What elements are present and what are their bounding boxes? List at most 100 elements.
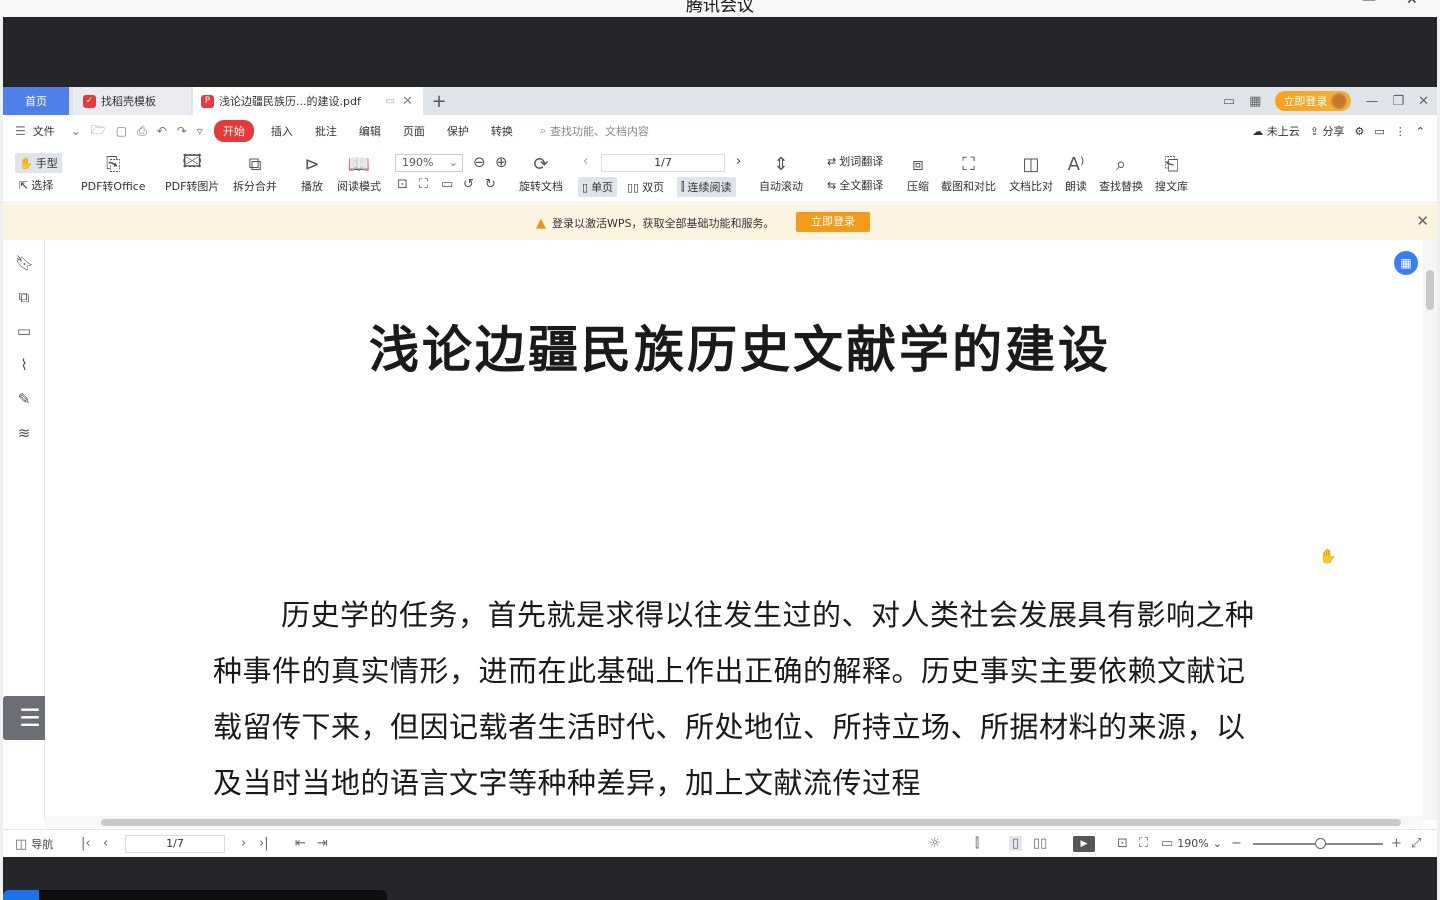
auto-scroll-button[interactable]: ⇕ 自动滚动 <box>759 151 803 194</box>
save-icon[interactable]: ▢ <box>111 124 132 138</box>
next-page-icon[interactable]: › <box>241 836 246 851</box>
bookmark-icon[interactable]: 🔖︎ <box>15 254 34 272</box>
first-page-icon[interactable]: |‹ <box>81 836 91 851</box>
back-icon[interactable]: ⇤ <box>295 836 306 851</box>
zoom-in-icon[interactable]: ⊕ <box>495 153 508 171</box>
close-icon[interactable]: ✕ <box>1418 94 1429 109</box>
read-aloud-button[interactable]: A⁾ 朗读 <box>1065 151 1087 194</box>
status-page-input[interactable]: 1/7 <box>125 835 225 853</box>
tab-pin-icon[interactable]: ▭ <box>386 96 395 107</box>
pdf-to-office-button[interactable]: ⎘ PDF转Office <box>81 151 146 194</box>
continuous-read-button[interactable]: ⫿ 连续阅读 <box>677 177 736 197</box>
chevron-down-icon[interactable]: ⌄ <box>66 124 86 138</box>
split-merge-button[interactable]: ⧉ 拆分合并 <box>233 151 277 194</box>
close-icon[interactable]: ✕ <box>1406 0 1418 8</box>
minimize-icon[interactable]: — <box>1362 0 1376 8</box>
redo-icon[interactable]: ↷ <box>172 124 192 138</box>
share-button[interactable]: ⇪ 分享 <box>1310 123 1345 139</box>
settings-icon[interactable]: ⚙ <box>1355 125 1365 138</box>
play-icon[interactable]: ▶ <box>1073 836 1095 852</box>
screenshot-compare-button[interactable]: ⛶ 截图和对比 <box>941 151 996 194</box>
eye-protect-icon[interactable]: ☼ <box>929 836 941 851</box>
tab-template[interactable]: ✓ 找稻壳模板 <box>73 87 191 115</box>
zoom-slider[interactable] <box>1253 838 1383 849</box>
single-view-icon[interactable]: ▯ <box>1009 836 1023 851</box>
zoom-select[interactable]: 190% ⌄ <box>395 154 463 172</box>
fit-page-icon[interactable]: ⛶ <box>1139 836 1148 851</box>
hand-tool[interactable]: ✋ 手型 <box>15 153 62 173</box>
undo-icon[interactable]: ↶ <box>152 124 172 138</box>
prev-page-icon[interactable]: ‹ <box>583 154 588 169</box>
restore-icon[interactable]: ❐ <box>1392 94 1404 109</box>
horizontal-scroll-thumb[interactable] <box>101 819 1401 826</box>
open-icon[interactable]: 🗁 <box>86 121 111 142</box>
compress-button[interactable]: ⧈ 压缩 <box>907 151 929 194</box>
collapse-ribbon-icon[interactable]: ⌃ <box>1416 125 1425 138</box>
more-icon[interactable]: ▿ <box>192 124 208 138</box>
grid-icon[interactable]: ▦ <box>1249 94 1261 109</box>
menu-annotate[interactable]: 批注 <box>304 123 348 139</box>
menu-page[interactable]: 页面 <box>392 123 436 139</box>
comment-icon[interactable]: ▭ <box>1374 125 1384 138</box>
more-vertical-icon[interactable]: ⋮ <box>1395 125 1406 138</box>
fullscreen-icon[interactable]: ⤢ <box>1411 836 1421 851</box>
rotate-document-button[interactable]: ⟳ 旋转文档 <box>519 151 563 194</box>
menu-edit[interactable]: 编辑 <box>348 123 392 139</box>
new-tab-button[interactable]: + <box>429 87 449 115</box>
menu-convert[interactable]: 转换 <box>480 123 524 139</box>
tab-home[interactable]: 首页 <box>3 87 69 115</box>
actual-size-icon[interactable]: ⊡ <box>1117 836 1128 851</box>
menu-protect[interactable]: 保护 <box>436 123 480 139</box>
zoom-out-icon[interactable]: ⊖ <box>473 153 486 171</box>
menu-start[interactable]: 开始 <box>213 120 254 142</box>
select-tool[interactable]: ⇱ 选择 <box>19 177 53 193</box>
document-compare-button[interactable]: ◫ 文档比对 <box>1009 151 1053 194</box>
full-translate-button[interactable]: ⇆ 全文翻译 <box>827 177 883 193</box>
rotate-right-icon[interactable]: ↻ <box>485 177 496 192</box>
layers-icon[interactable]: ≋ <box>15 424 33 442</box>
tab-close-icon[interactable]: ✕ <box>402 94 413 109</box>
layout-icon[interactable]: ▭ <box>1223 94 1235 109</box>
print-icon[interactable]: ⎙ <box>132 124 152 139</box>
play-button[interactable]: ⊳ 播放 <box>301 151 323 194</box>
fit-width-icon[interactable]: ▭ <box>441 177 453 192</box>
menu-file[interactable]: 文件 <box>31 123 66 139</box>
find-replace-button[interactable]: ⌕ 查找替换 <box>1099 151 1143 194</box>
floating-tool-icon[interactable]: ▦ <box>1394 251 1418 275</box>
prev-page-icon[interactable]: ‹ <box>103 836 108 851</box>
menu-insert[interactable]: 插入 <box>260 123 304 139</box>
tab-pdf-document[interactable]: P 浅论边疆民族历...的建设.pdf ▭ ✕ <box>193 87 423 115</box>
continuous-view-icon[interactable]: ⫿ <box>975 836 979 851</box>
double-page-button[interactable]: ▯▯ 双页 <box>627 179 664 195</box>
single-page-button[interactable]: ▯ 单页 <box>578 177 618 197</box>
word-translate-button[interactable]: ⇄ 划词翻译 <box>827 153 883 169</box>
document-canvas[interactable]: 浅论边疆民族历史文献学的建设 历史学的任务，首先就是求得以往发生过的、对人类社会… <box>45 240 1423 820</box>
zoom-out-icon[interactable]: − <box>1231 836 1242 851</box>
next-page-icon[interactable]: › <box>736 154 741 169</box>
function-search[interactable]: ⌕ 查找功能、文档内容 <box>540 123 649 139</box>
rotate-left-icon[interactable]: ↺ <box>463 177 474 192</box>
vertical-scroll-thumb[interactable] <box>1426 270 1434 310</box>
nav-toggle[interactable]: ◫ 导航 <box>15 836 53 852</box>
attachment-icon[interactable]: ⌇ <box>15 356 33 374</box>
read-mode-button[interactable]: 📖 阅读模式 <box>337 151 381 194</box>
page-number-input[interactable]: 1/7 <box>601 154 725 172</box>
cloud-status[interactable]: ☁ 未上云 <box>1252 123 1300 139</box>
login-button[interactable]: 立即登录 <box>1275 91 1352 111</box>
signature-icon[interactable]: ✎ <box>15 390 33 408</box>
search-library-button[interactable]: ⎗ 搜文库 <box>1155 151 1188 194</box>
notice-login-button[interactable]: 立即登录 <box>796 212 870 232</box>
thumbnail-icon[interactable]: ⧉ <box>15 288 33 306</box>
zoom-slider-knob[interactable] <box>1315 838 1326 849</box>
actual-size-icon[interactable]: ⊡ <box>397 177 408 192</box>
hamburger-icon[interactable]: ☰ <box>3 124 31 138</box>
horizontal-scrollbar[interactable] <box>45 816 1423 828</box>
close-icon[interactable]: ✕ <box>1416 212 1429 230</box>
fit-page-icon[interactable]: ⛶ <box>419 177 428 192</box>
minimize-icon[interactable]: — <box>1365 94 1378 109</box>
zoom-in-icon[interactable]: + <box>1391 836 1402 851</box>
status-zoom[interactable]: ▭ 190% ⌄ <box>1161 836 1222 851</box>
last-page-icon[interactable]: ›| <box>259 836 269 851</box>
vertical-scrollbar[interactable] <box>1423 240 1437 820</box>
forward-icon[interactable]: ⇥ <box>317 836 328 851</box>
